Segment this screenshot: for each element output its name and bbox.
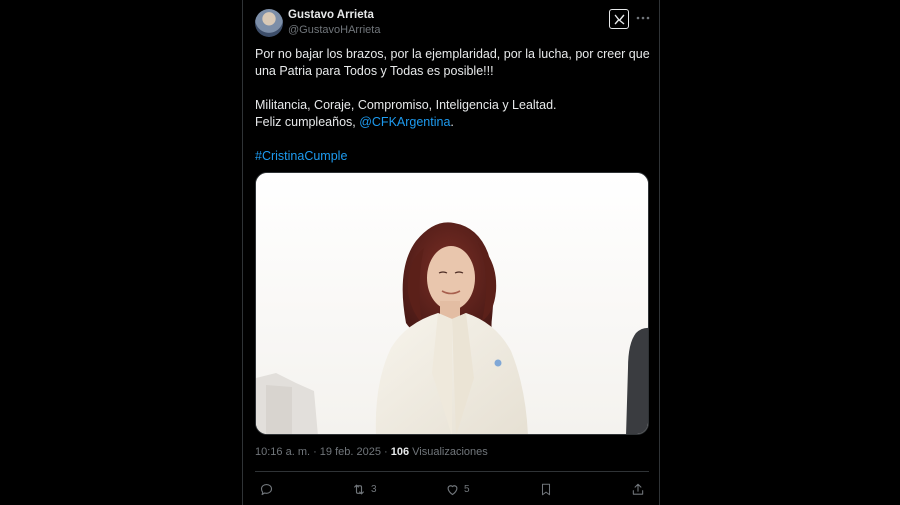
more-icon[interactable]	[636, 10, 650, 26]
tweet-card: Gustavo Arrieta @GustavoHArrieta Por no …	[242, 0, 660, 505]
reply-button[interactable]	[259, 480, 278, 498]
bookmark-button[interactable]	[539, 480, 553, 498]
avatar[interactable]	[255, 9, 283, 37]
retweet-icon	[354, 484, 364, 494]
views-count: 106	[390, 446, 410, 458]
action-bar: 3 5	[255, 478, 649, 500]
like-count: 5	[464, 483, 470, 495]
share-icon	[632, 483, 644, 495]
tweet-photo[interactable]	[255, 172, 649, 435]
greeting-suffix: .	[450, 115, 454, 129]
tweet-timestamp[interactable]: 10:16 a. m. · 19 feb. 2025 ·	[255, 446, 391, 458]
hashtag-link[interactable]: #CristinaCumple	[255, 149, 347, 163]
like-button[interactable]: 5	[445, 480, 470, 498]
author-name[interactable]: Gustavo Arrieta	[288, 9, 374, 21]
tweet-paragraph-3: Feliz cumpleaños, @CFKArgentina.	[255, 114, 655, 131]
greeting-text: Feliz cumpleaños,	[255, 115, 360, 129]
tweet-paragraph-1: Por no bajar los brazos, por la ejemplar…	[255, 47, 650, 78]
divider	[255, 471, 649, 472]
bookmark-icon	[541, 483, 551, 495]
share-button[interactable]	[631, 480, 645, 498]
reply-icon	[260, 483, 273, 495]
tweet-paragraph-2: Militancia, Coraje, Compromiso, Intelige…	[255, 98, 557, 112]
retweet-button[interactable]: 3	[351, 480, 377, 498]
photo-illustration	[256, 173, 648, 434]
views-label: Visualizaciones	[409, 446, 488, 458]
tweet-text: Por no bajar los brazos, por la ejemplar…	[255, 46, 655, 165]
retweet-count: 3	[371, 483, 377, 495]
x-logo-icon[interactable]	[609, 9, 629, 29]
heart-icon	[447, 484, 458, 495]
mention-link[interactable]: @CFKArgentina	[359, 115, 450, 129]
author-handle[interactable]: @GustavoHArrieta	[288, 24, 380, 36]
tweet-meta: 10:16 a. m. · 19 feb. 2025 · 106 Visuali…	[255, 446, 488, 458]
